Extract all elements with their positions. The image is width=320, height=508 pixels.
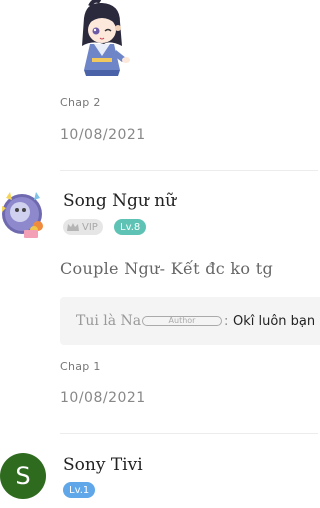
vip-label: VIP <box>82 221 98 233</box>
level-badge: Lv.8 <box>114 219 147 235</box>
comment-sticker <box>70 0 132 78</box>
reply-author-name[interactable]: Tui là Na <box>76 313 141 329</box>
chapter-label: Chap 2 <box>60 96 101 109</box>
divider <box>60 433 318 434</box>
divider <box>60 170 318 171</box>
comment-text: Couple Ngư- Kết đc ko tg <box>60 259 274 278</box>
avatar[interactable]: S <box>0 453 46 499</box>
avatar[interactable] <box>0 186 50 242</box>
crown-icon <box>67 223 79 231</box>
level-badge: Lv.1 <box>63 482 96 498</box>
comment-date: 10/08/2021 <box>60 390 146 406</box>
chapter-label: Chap 1 <box>60 360 101 373</box>
author-badge: Author <box>142 316 222 326</box>
reply-separator: : <box>224 314 229 329</box>
vip-badge: VIP <box>63 219 103 235</box>
username[interactable]: Sony Tivi <box>63 455 143 475</box>
comment-date: 10/08/2021 <box>60 127 146 143</box>
reply-text: Okî luôn bạn <box>233 314 316 329</box>
author-reply[interactable]: Tui là Na Author : Okî luôn bạn <box>60 297 320 345</box>
username[interactable]: Song Ngư nữ <box>63 191 176 211</box>
